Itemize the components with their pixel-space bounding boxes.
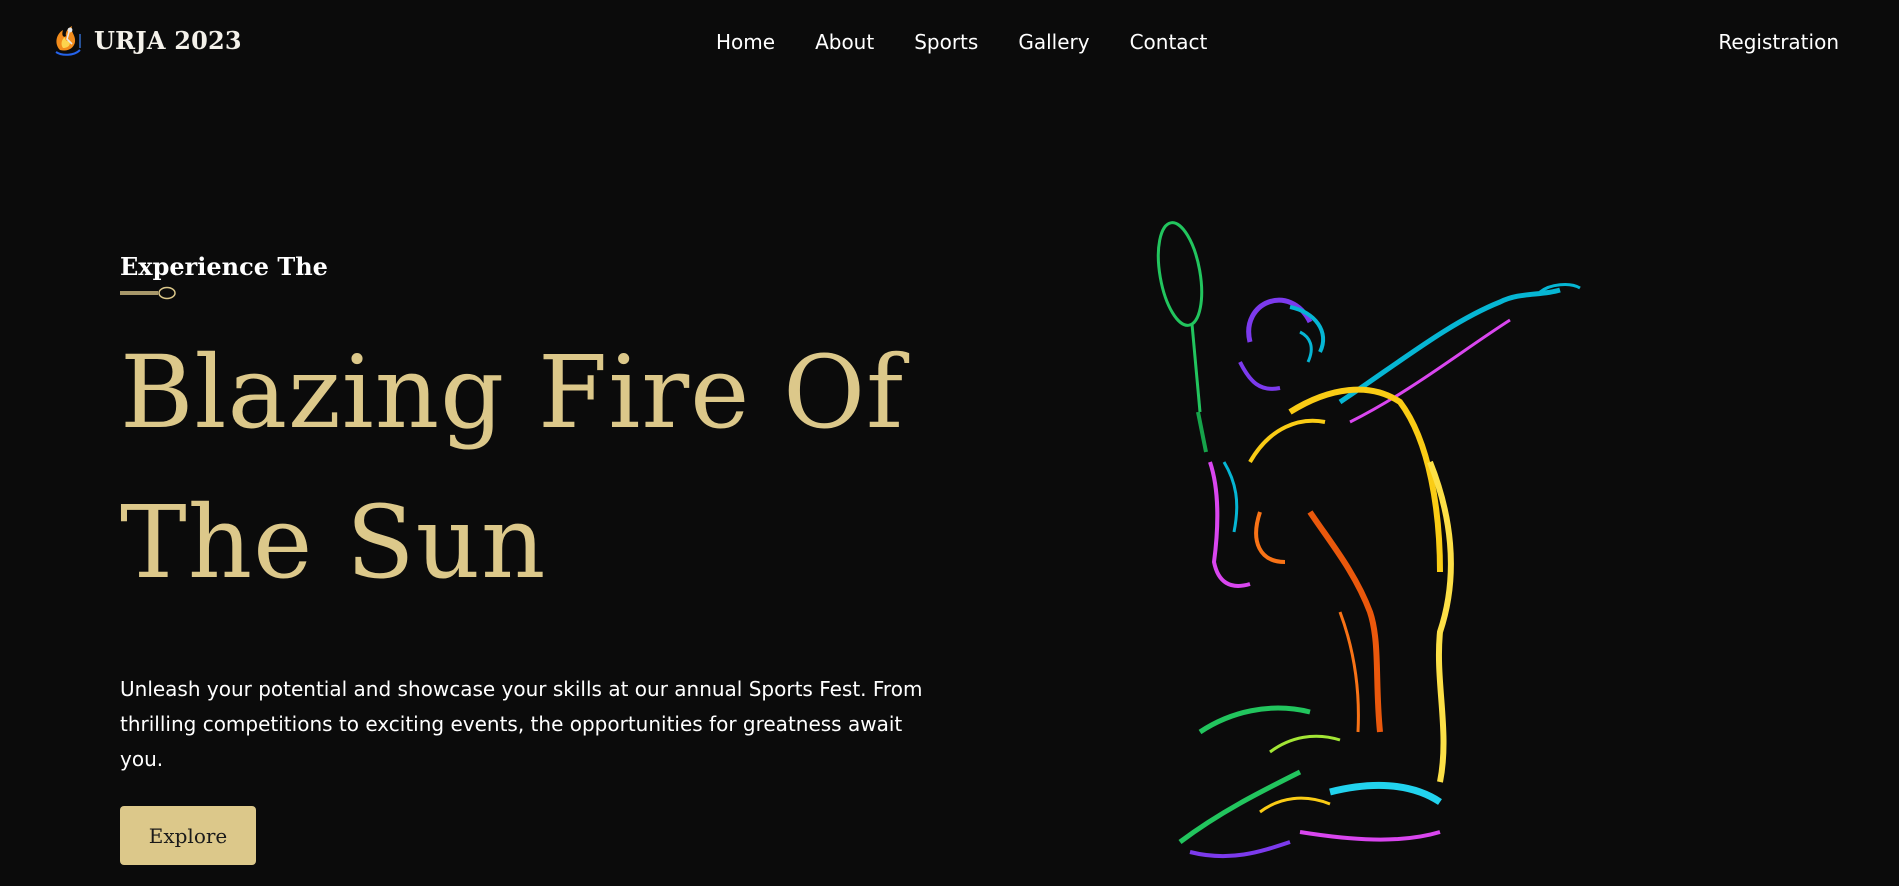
registration-link[interactable]: Registration	[1718, 30, 1839, 54]
hero-description: Unleash your potential and showcase your…	[120, 677, 923, 771]
hero-headline: Blazing Fire Of The Sun	[120, 318, 960, 618]
nav-link-contact[interactable]: Contact	[1130, 30, 1208, 54]
brand[interactable]: URJA 2023	[50, 22, 242, 58]
hero-headline-line1: Blazing Fire Of	[120, 334, 905, 451]
explore-button[interactable]: Explore	[120, 806, 256, 865]
top-navbar: URJA 2023 Home About Sports Gallery Cont…	[0, 0, 1899, 88]
nav-link-sports[interactable]: Sports	[914, 30, 978, 54]
hero-eyebrow: Experience The	[120, 252, 328, 281]
flame-athlete-logo-icon	[55, 26, 81, 56]
hero-headline-line2: The Sun	[120, 484, 547, 601]
nav-link-gallery[interactable]: Gallery	[1018, 30, 1089, 54]
shuttle-divider-icon	[120, 286, 176, 300]
hero-section: Experience The Blazing Fire Of The Sun U…	[120, 248, 960, 777]
badminton-player-icon	[1156, 221, 1581, 859]
brand-name: URJA 2023	[94, 25, 242, 55]
main-nav: Home About Sports Gallery Contact	[716, 30, 1207, 54]
nav-link-home[interactable]: Home	[716, 30, 775, 54]
nav-link-about[interactable]: About	[815, 30, 874, 54]
